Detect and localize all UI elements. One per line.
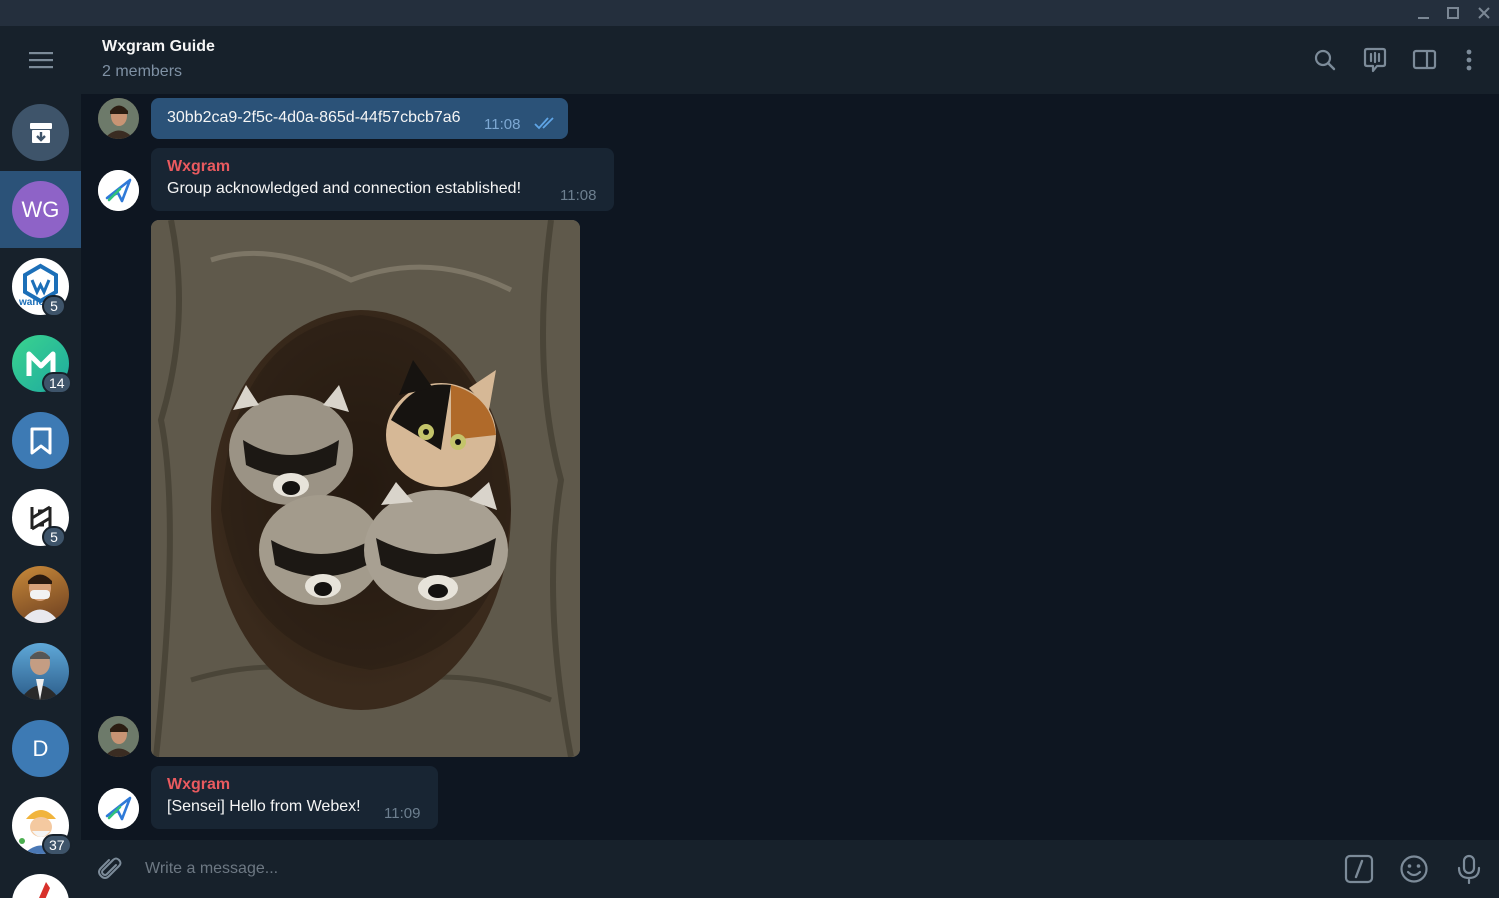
message-time: 11:08 xyxy=(484,116,521,133)
more-button[interactable] xyxy=(1454,45,1484,75)
person-suit-avatar xyxy=(12,643,69,700)
commands-button[interactable] xyxy=(1342,852,1376,886)
voice-chat-icon xyxy=(1363,47,1387,73)
message-time: 11:09 xyxy=(384,805,421,822)
minimize-icon xyxy=(1418,17,1429,19)
message-text: [Sensei] Hello from Webex! xyxy=(167,798,361,815)
title-bar xyxy=(0,0,1499,26)
more-icon xyxy=(1466,49,1472,71)
avatar-initials: WG xyxy=(21,196,60,222)
sender-name[interactable]: Wxgram xyxy=(167,776,230,794)
avatar-initials: D xyxy=(32,735,49,761)
sidebar-item-person-mask[interactable] xyxy=(0,556,81,633)
incoming-message[interactable]: Wxgram [Sensei] Hello from Webex! 11:09 xyxy=(151,766,438,829)
message-composer xyxy=(81,840,1499,898)
sidebar-item-cartoon-chat[interactable]: 37 xyxy=(0,787,81,864)
folder-sidebar: WG wanch 5 14 5 D 37 xyxy=(0,26,81,898)
commands-icon xyxy=(1344,854,1374,884)
red-chat-avatar xyxy=(12,874,69,898)
unread-badge: 14 xyxy=(42,372,72,394)
sidebar-item-d-chat[interactable]: D xyxy=(0,710,81,787)
user-photo-icon xyxy=(98,98,139,139)
bookmark-icon xyxy=(30,427,51,454)
attach-icon xyxy=(98,857,122,879)
hamburger-icon xyxy=(28,52,53,69)
search-button[interactable] xyxy=(1310,45,1340,75)
chat-title[interactable]: Wxgram Guide xyxy=(102,38,215,56)
unread-badge: 5 xyxy=(42,295,66,317)
sidebar-item-archive[interactable] xyxy=(0,94,81,171)
search-icon xyxy=(1314,49,1336,71)
maximize-icon xyxy=(1447,7,1459,19)
sidebar-item-wxgram-guide[interactable]: WG xyxy=(0,171,81,248)
bot-avatar[interactable] xyxy=(98,788,139,829)
message-list[interactable]: 30bb2ca9-2f5c-4d0a-865d-44f57cbcb7a6 11:… xyxy=(81,94,1499,840)
member-count: 2 members xyxy=(102,63,183,80)
message-time: 11:08 xyxy=(560,187,597,204)
microphone-button[interactable] xyxy=(1452,852,1486,886)
sidebar-item-person-suit[interactable] xyxy=(0,633,81,710)
wxgram-guide-avatar: WG xyxy=(12,181,69,238)
user-avatar[interactable] xyxy=(98,98,139,139)
message-input[interactable] xyxy=(145,854,1295,884)
incoming-message[interactable]: Wxgram Group acknowledged and connection… xyxy=(151,148,614,211)
minimize-button[interactable] xyxy=(1408,0,1438,26)
user-photo-icon xyxy=(98,716,139,757)
microphone-icon xyxy=(1457,854,1481,884)
red-logo-icon xyxy=(39,882,50,898)
message-text: 30bb2ca9-2f5c-4d0a-865d-44f57cbcb7a6 xyxy=(167,109,461,126)
voice-chat-button[interactable] xyxy=(1360,45,1390,75)
sidebar-item-wanchain[interactable]: wanch 5 xyxy=(0,248,81,325)
archive-avatar xyxy=(12,104,69,161)
attach-button[interactable] xyxy=(93,852,127,886)
close-icon xyxy=(1478,7,1490,19)
double-check-icon xyxy=(534,117,554,130)
sidebar-item-m-chat[interactable]: 14 xyxy=(0,325,81,402)
person-photo-icon xyxy=(20,574,60,623)
saved-messages-avatar xyxy=(12,412,69,469)
emoji-button[interactable] xyxy=(1397,852,1431,886)
close-button[interactable] xyxy=(1469,0,1499,26)
sidebar-toggle-button[interactable] xyxy=(1410,45,1440,75)
app-window: WG wanch 5 14 5 D 37 Wxgram Guide 2 memb… xyxy=(0,0,1499,898)
archive-icon xyxy=(29,122,52,143)
sidebar-item-saved-messages[interactable] xyxy=(0,402,81,479)
person-mask-avatar xyxy=(12,566,69,623)
chat-header: Wxgram Guide 2 members xyxy=(81,26,1499,94)
emoji-icon xyxy=(1400,855,1428,883)
bot-avatar[interactable] xyxy=(98,170,139,211)
wxgram-logo-icon xyxy=(98,788,139,829)
raccoons-kitten-photo xyxy=(151,220,580,757)
sidebar-item-red-chat[interactable] xyxy=(0,864,81,898)
message-text: Group acknowledged and connection establ… xyxy=(167,180,522,197)
outgoing-message[interactable]: 30bb2ca9-2f5c-4d0a-865d-44f57cbcb7a6 11:… xyxy=(151,98,568,139)
main-menu-button[interactable] xyxy=(0,26,81,94)
person-photo-icon xyxy=(20,651,60,700)
unread-badge: 5 xyxy=(42,526,66,548)
user-avatar[interactable] xyxy=(98,716,139,757)
sender-name[interactable]: Wxgram xyxy=(167,158,230,176)
unread-badge: 37 xyxy=(42,834,72,856)
sidebar-toggle-icon xyxy=(1412,49,1437,70)
photo-message[interactable] xyxy=(151,220,580,757)
wxgram-logo-icon xyxy=(98,170,139,211)
sidebar-item-h-chat[interactable]: 5 xyxy=(0,479,81,556)
maximize-button[interactable] xyxy=(1438,0,1468,26)
d-chat-avatar: D xyxy=(12,720,69,777)
